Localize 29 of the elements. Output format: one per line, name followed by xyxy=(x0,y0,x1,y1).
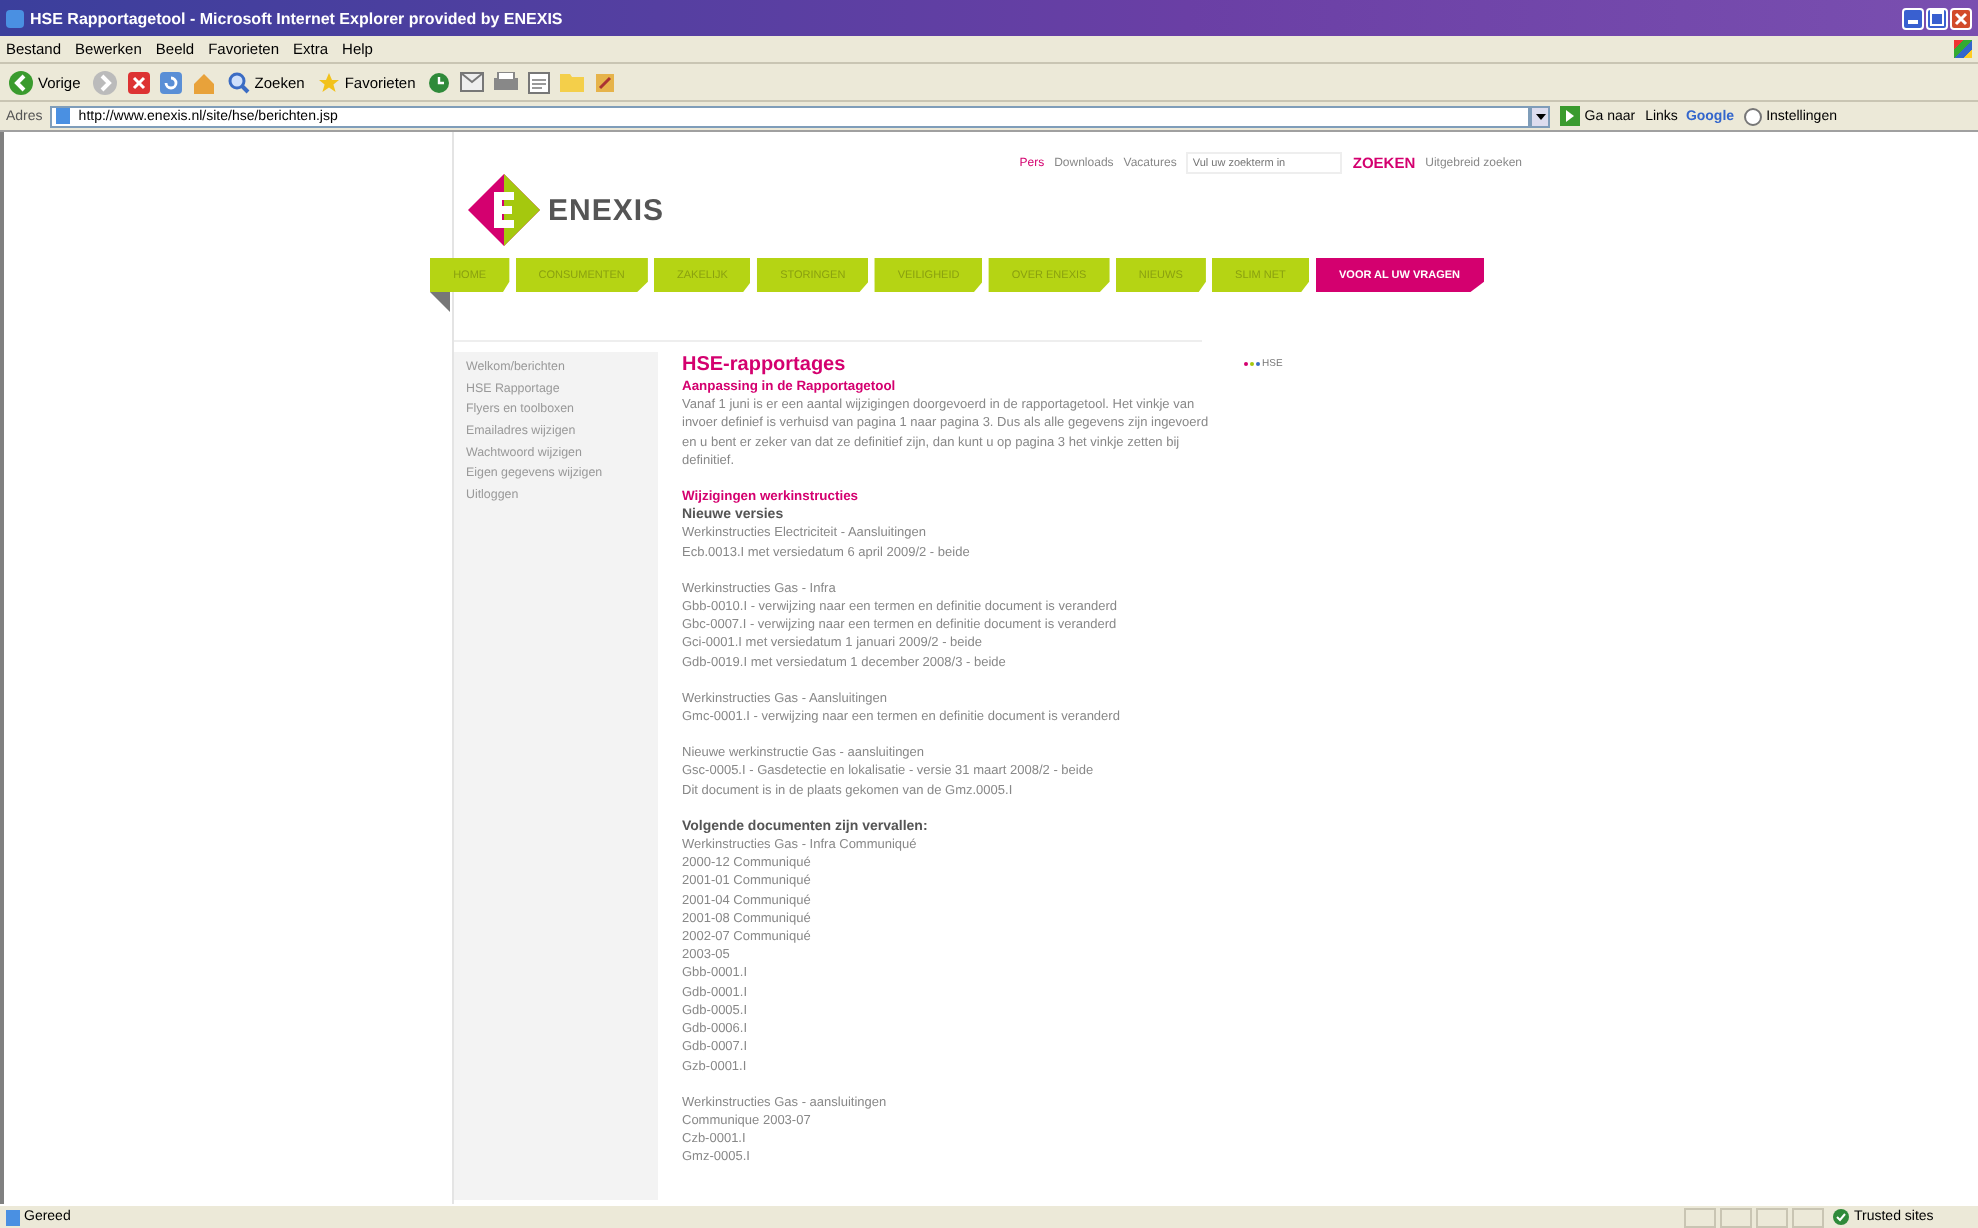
logo-icon xyxy=(468,174,540,246)
go-arrow-icon xyxy=(1560,106,1581,126)
close-button[interactable] xyxy=(1950,7,1972,29)
print-icon[interactable] xyxy=(493,71,518,93)
page-heading: HSE-rapportages xyxy=(682,354,848,378)
browser-icon xyxy=(6,9,24,27)
minimize-button[interactable] xyxy=(1902,7,1924,29)
page-icon xyxy=(56,108,71,124)
status-panel xyxy=(1792,1207,1824,1227)
dropdown-button[interactable] xyxy=(1530,105,1551,127)
search-icon xyxy=(228,71,251,93)
logo-text: ENEXIS xyxy=(548,193,665,227)
caret-icon xyxy=(1535,113,1546,119)
page-icon xyxy=(6,1209,20,1225)
stop-icon[interactable] xyxy=(128,71,151,93)
status-panel xyxy=(1684,1207,1716,1227)
status-panel xyxy=(1756,1207,1788,1227)
tools-icon[interactable] xyxy=(593,71,616,93)
windows-logo-icon xyxy=(1954,40,1972,58)
maximize-button[interactable] xyxy=(1926,7,1948,29)
fold-corner-icon xyxy=(430,292,450,312)
edit-icon[interactable] xyxy=(527,71,550,93)
refresh-icon[interactable] xyxy=(160,71,183,93)
star-icon xyxy=(318,71,341,93)
mail-icon[interactable] xyxy=(459,72,484,92)
circle-icon xyxy=(1744,107,1763,125)
history-icon[interactable] xyxy=(427,71,450,93)
status-panel xyxy=(1720,1207,1752,1227)
window-title: HSE Rapportagetool - Microsoft Internet Explorer provided by ENEXIS xyxy=(30,9,565,27)
